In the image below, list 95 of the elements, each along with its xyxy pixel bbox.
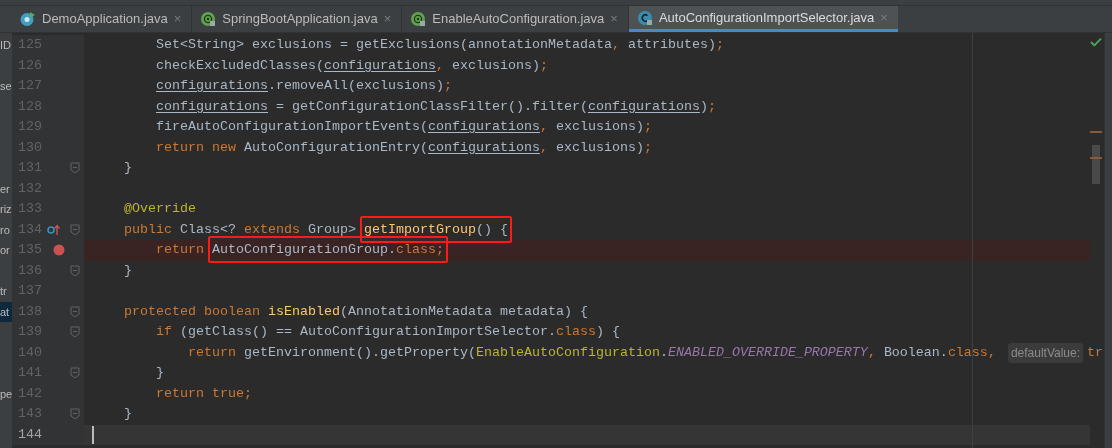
code-token: EnableAutoConfiguration: [475, 343, 660, 362]
code-token: ,: [539, 138, 549, 157]
code-token: ;: [715, 36, 724, 54]
code-token: ) {: [595, 323, 620, 341]
code-token: .removeAll(exclusions): [268, 77, 444, 95]
code-token: }: [123, 405, 132, 423]
code-token: class: [555, 323, 596, 341]
fold-icon[interactable]: [70, 264, 80, 277]
code-token: class: [947, 343, 988, 362]
code-token: ,: [867, 343, 877, 362]
project-tree-fragment: pe: [0, 387, 12, 400]
code-token: ,: [539, 118, 549, 136]
code-token: Set<String> exclusions = getExclusions(annotationMetadata: [155, 36, 612, 54]
code-token: extends: [244, 220, 301, 239]
editor-tab[interactable]: SpringBootApplication.java ×: [192, 6, 403, 32]
code-token: }: [123, 261, 132, 280]
annotation-icon: [410, 11, 427, 27]
code-token: configurations: [427, 118, 540, 136]
code-token: = getConfigurationClassFilter().filter(: [275, 97, 588, 116]
fold-icon[interactable]: [70, 367, 80, 380]
code-token: getEnvironment().getProperty(: [244, 343, 476, 362]
tab-label: DemoApplication.java: [42, 10, 168, 29]
code-token: Class<?: [180, 220, 237, 239]
code-token: @Override: [123, 200, 196, 218]
project-tree-fragment: riz: [0, 203, 12, 215]
code-token: ): [699, 97, 708, 116]
code-token: exclusions): [451, 56, 540, 75]
code-token: attributes): [627, 36, 716, 54]
code-token: configurations: [155, 97, 268, 116]
code-token: ;: [443, 77, 452, 95]
project-tree-fragment: or: [0, 244, 10, 256]
code-token: AutoConfigurationGroup.: [212, 242, 396, 257]
code-token: configurations: [427, 138, 540, 157]
code-token: ;: [643, 138, 652, 157]
code-token: (AnnotationMetadata metadata) {: [339, 302, 588, 321]
class-icon: [636, 9, 653, 26]
annotation-icon: [200, 11, 217, 27]
code-token: AutoConfigurationEntry(: [244, 138, 428, 157]
code-token: ,: [611, 36, 621, 54]
breakpoint-icon[interactable]: [53, 244, 65, 257]
fold-icon[interactable]: [70, 326, 80, 339]
code-token: ,: [987, 343, 997, 362]
code-token: ;: [539, 56, 548, 75]
code-token: fireAutoConfigurationImportEvents(: [155, 118, 428, 136]
editor-tab[interactable]: DemoApplication.java ×: [12, 6, 193, 32]
tab-label: AutoConfigurationImportSelector.java: [658, 8, 875, 27]
code-token: exclusions): [555, 118, 644, 136]
project-tree-fragment: er: [0, 182, 10, 195]
tab-label: EnableAutoConfiguration.java: [432, 10, 605, 29]
line-number: 144: [17, 425, 42, 444]
code-token: Boolean.: [883, 343, 948, 362]
override-icon[interactable]: [47, 223, 61, 236]
spring-run-icon: [20, 11, 36, 27]
fold-icon[interactable]: [70, 305, 80, 318]
code-token: exclusions): [555, 138, 644, 157]
project-tree-fragment: ID: [0, 39, 11, 51]
code-token: Group>: [308, 220, 357, 239]
code-token: configurations: [587, 97, 700, 116]
code-token: ;: [707, 97, 716, 116]
code-token: configurations: [323, 56, 436, 75]
scrollbar-thumb[interactable]: [1092, 145, 1100, 184]
project-tree-fragment: at: [0, 305, 10, 318]
code-token: ;: [643, 118, 652, 136]
check-icon: [1090, 37, 1102, 47]
code-token: getImportGroup: [364, 221, 476, 237]
fold-icon[interactable]: [70, 408, 80, 421]
code-token: return true;: [155, 384, 252, 403]
code-token: if: [155, 323, 173, 341]
project-tree-fragment: se: [0, 80, 12, 92]
code-token: (getClass() == AutoConfigurationImportSelector.: [180, 323, 556, 341]
parameter-hint: defaultValue:: [1007, 342, 1084, 363]
code-token: public: [123, 220, 173, 239]
code-token: checkExcludedClasses(: [155, 56, 324, 75]
code-token: isEnabled: [267, 302, 340, 321]
fold-icon[interactable]: [70, 162, 80, 175]
code-token: return new: [155, 138, 237, 157]
code-token: return: [187, 343, 237, 362]
code-token: class;: [395, 242, 444, 257]
project-tree-fragment: ro: [0, 223, 10, 236]
fold-icon[interactable]: [70, 223, 80, 236]
project-tree-fragment: tr: [0, 285, 7, 297]
code-token: ENABLED_OVERRIDE_PROPERTY: [667, 343, 868, 362]
editor-tab[interactable]: EnableAutoConfiguration.java ×: [402, 6, 629, 32]
code-token: ,: [435, 56, 445, 75]
editor-tab[interactable]: AutoConfigurationImportSelector.java ×: [628, 6, 898, 32]
code-token: () {: [476, 221, 508, 237]
code-token: configurations: [155, 77, 268, 95]
code-token: }: [123, 159, 132, 177]
code-token: return: [155, 241, 205, 259]
code-token: protected boolean: [123, 302, 261, 321]
text-caret: [92, 425, 94, 444]
code-token: .: [659, 343, 668, 362]
code-token: tr: [1087, 343, 1104, 362]
tab-label: SpringBootApplication.java: [222, 10, 378, 29]
code-token: }: [155, 364, 164, 382]
